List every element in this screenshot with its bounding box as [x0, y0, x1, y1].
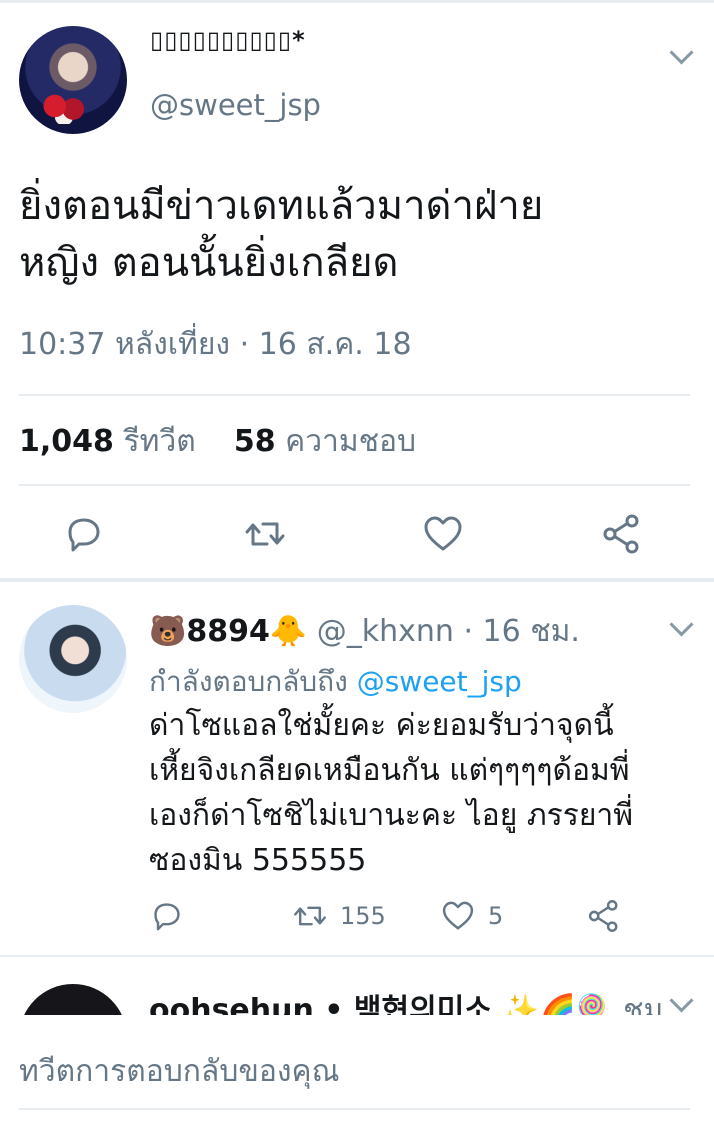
- third-time: ชม.: [623, 993, 673, 1015]
- reply-avatar[interactable]: [19, 605, 127, 713]
- divider: [19, 484, 690, 486]
- like-label[interactable]: ความชอบ: [285, 424, 416, 459]
- chevron-down-icon[interactable]: [669, 988, 694, 1013]
- share-icon: [588, 900, 618, 932]
- main-tweet-text: ยิ่งตอนมีข่าวเดทแล้วมาด่าฝ่าย หญิง ตอนนั…: [19, 178, 699, 292]
- retweet-icon: [294, 906, 326, 926]
- like-button[interactable]: [421, 512, 465, 556]
- reply-text-line1: ด่าโซแอลใช่มั้ยคะ ค่ะยอมรับว่าจุดนี้: [149, 708, 614, 743]
- reply-icon: [68, 518, 100, 552]
- reply-time: · 16 ชม.: [463, 614, 580, 649]
- reply-like-count: 5: [488, 902, 504, 930]
- like-icon: [424, 516, 462, 551]
- retweet-icon: [245, 522, 285, 546]
- third-tweet[interactable]: oohsehun • 백현의미소 ✨🌈🍭 ชม.: [0, 957, 714, 1015]
- third-display-name[interactable]: oohsehun • 백현의미소: [149, 993, 492, 1015]
- reply-text: ด่าโซแอลใช่มั้ยคะ ค่ะยอมรับว่าจุดนี้ เหี…: [149, 703, 699, 883]
- reply-display-name[interactable]: 8894: [186, 614, 270, 649]
- reply-like-button[interactable]: 5: [440, 896, 503, 936]
- reply-header: 🐻8894🐥 @_khxnn · 16 ชม.: [149, 608, 580, 655]
- retweet-button[interactable]: [243, 512, 287, 556]
- like-count[interactable]: 58: [234, 424, 276, 459]
- retweet-count[interactable]: 1,048: [19, 424, 114, 459]
- replying-to: กำลังตอบกลับถึง @sweet_jsp: [149, 660, 522, 704]
- compose-bar[interactable]: ทวีตการตอบกลับของคุณ: [0, 1015, 714, 1122]
- reply-text-line4: ซองมิน 555555: [149, 843, 367, 878]
- compose-underline: [19, 1108, 690, 1110]
- reply-handle[interactable]: @_khxnn: [317, 614, 454, 649]
- share-icon: [603, 514, 639, 554]
- chevron-down-icon[interactable]: [669, 612, 694, 637]
- share-button[interactable]: [600, 512, 644, 556]
- main-tweet-text-line2: หญิง ตอนนั้นยิ่งเกลียด: [19, 240, 399, 286]
- chevron-down-icon[interactable]: [669, 40, 694, 65]
- reply-retweet-count: 155: [340, 902, 386, 930]
- reply-reply-button[interactable]: [149, 896, 197, 936]
- chick-emoji: 🐥: [269, 614, 308, 649]
- section-divider: [0, 578, 714, 582]
- reply-text-line2: เหี้ยจิงเกลียดเหมือนกัน แต่ๆๆๆๆด้อมพี่: [149, 753, 630, 788]
- third-header: oohsehun • 백현의미소 ✨🌈🍭 ชม.: [149, 985, 673, 1015]
- replying-mention[interactable]: @sweet_jsp: [357, 665, 522, 698]
- reply-retweet-button[interactable]: 155: [292, 896, 386, 936]
- bear-emoji: 🐻: [149, 614, 187, 649]
- main-tweet-text-line1: ยิ่งตอนมีข่าวเดทแล้วมาด่าฝ่าย: [19, 183, 544, 229]
- compose-input[interactable]: ทวีตการตอบกลับของคุณ: [19, 1048, 339, 1095]
- reply-text-line3: เองก็ด่าโซชิไม่เบานะคะ ไอยู ภรรยาพี่: [149, 798, 634, 833]
- reply-share-button[interactable]: [586, 896, 634, 936]
- retweet-label[interactable]: รีทวีต: [123, 424, 195, 459]
- top-divider: [0, 0, 714, 3]
- like-icon: [442, 901, 474, 930]
- third-emojis: ✨🌈🍭: [501, 993, 614, 1015]
- main-handle[interactable]: @sweet_jsp: [150, 88, 321, 122]
- reply-button[interactable]: [62, 512, 106, 556]
- main-avatar[interactable]: [19, 26, 127, 134]
- engagement-stats: 1,048 รีทวีต 58 ความชอบ: [19, 418, 416, 465]
- main-timestamp: 10:37 หลังเที่ยง · 16 ส.ค. 18: [19, 327, 412, 362]
- third-avatar[interactable]: [19, 984, 127, 1015]
- replying-label: กำลังตอบกลับถึง: [149, 665, 348, 698]
- divider: [19, 394, 690, 396]
- reply-icon: [154, 903, 180, 931]
- main-display-name[interactable]: ▯▯▯▯▯▯▯▯▯▯*: [150, 26, 306, 54]
